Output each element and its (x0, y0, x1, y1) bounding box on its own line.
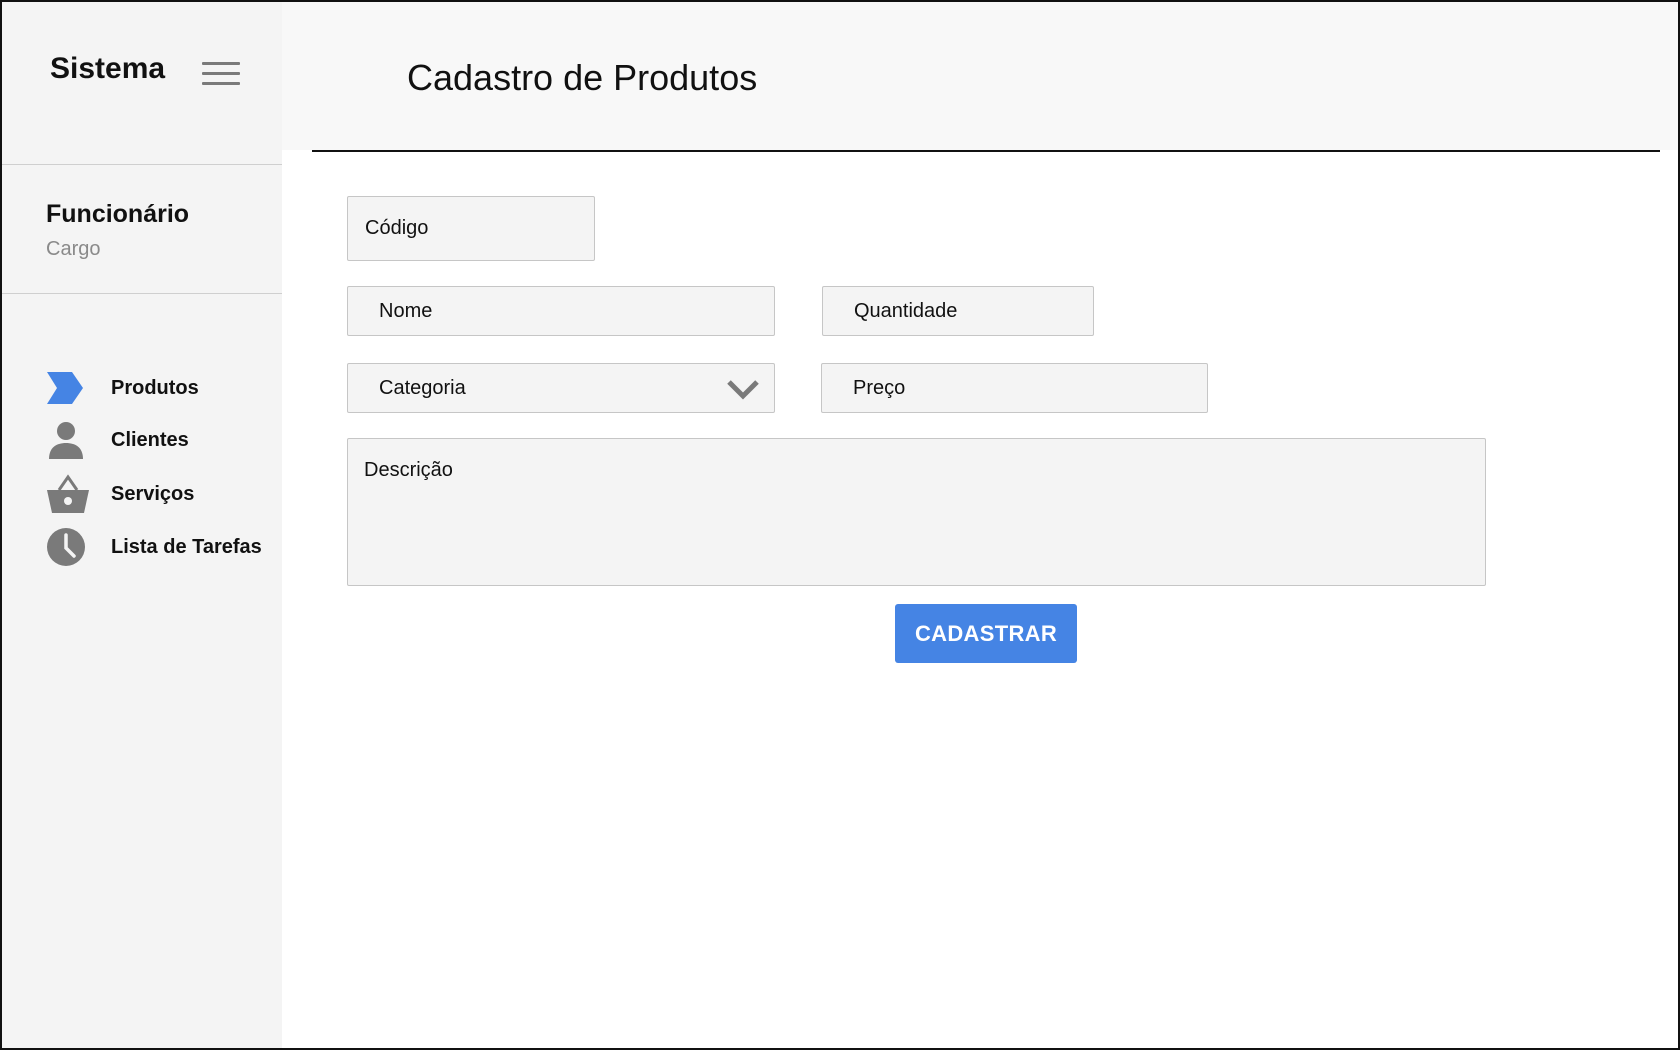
sidebar-item-lista-de-tarefas[interactable]: Lista de Tarefas (46, 525, 282, 569)
categoria-selected-value: Categoria (379, 376, 466, 399)
sidebar-item-label: Clientes (111, 428, 189, 451)
categoria-select[interactable]: Categoria (347, 363, 775, 413)
sidebar-divider (2, 293, 282, 294)
shopping-basket-icon (46, 474, 94, 514)
codigo-input[interactable] (347, 196, 595, 261)
user-role: Cargo (46, 238, 101, 260)
header-divider (312, 150, 1660, 152)
hamburger-menu-icon[interactable] (202, 62, 240, 88)
quantidade-input[interactable] (822, 286, 1094, 336)
cadastrar-button[interactable]: CADASTRAR (895, 604, 1077, 663)
clock-icon (46, 527, 94, 567)
user-name: Funcionário (46, 200, 190, 228)
preco-input[interactable] (821, 363, 1208, 413)
sidebar: Sistema Funcionário Cargo Produtos Clien… (2, 2, 282, 1048)
sidebar-item-label: Produtos (111, 376, 199, 399)
chevron-down-icon (726, 377, 760, 401)
descricao-textarea[interactable] (347, 438, 1486, 586)
app-window: Sistema Funcionário Cargo Produtos Clien… (0, 0, 1680, 1050)
sidebar-item-label: Lista de Tarefas (111, 535, 262, 558)
chevron-right-arrow-icon (46, 368, 94, 408)
nome-input[interactable] (347, 286, 775, 336)
person-icon (46, 420, 94, 460)
sidebar-item-produtos[interactable]: Produtos (46, 366, 282, 410)
sidebar-item-clientes[interactable]: Clientes (46, 418, 282, 462)
page-title: Cadastro de Produtos (407, 57, 758, 98)
brand-title: Sistema (50, 52, 166, 85)
sidebar-item-label: Serviços (111, 482, 195, 505)
sidebar-item-servicos[interactable]: Serviços (46, 472, 282, 516)
sidebar-divider (2, 164, 282, 165)
